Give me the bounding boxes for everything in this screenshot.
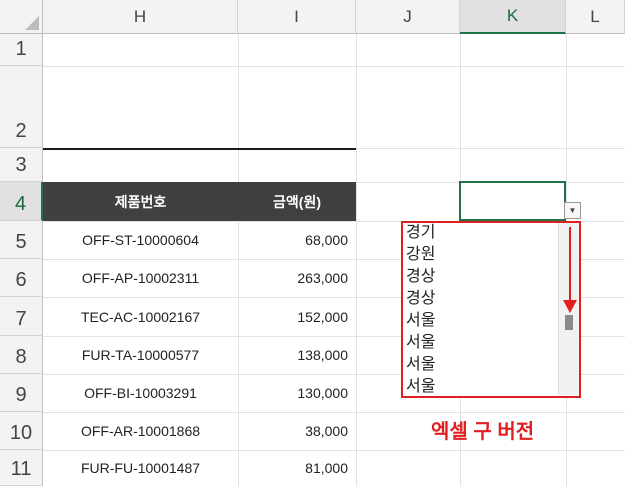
row-header-8[interactable]: 8 [0,336,43,374]
product-id-cell[interactable]: TEC-AC-10002167 [43,297,238,336]
select-all-corner[interactable] [0,0,43,34]
row-header-9[interactable]: 9 [0,374,43,412]
chevron-down-icon: ▼ [568,206,577,215]
column-header-l[interactable]: L [566,0,625,34]
annotation-label: 엑셀 구 버전 [431,421,535,443]
dropdown-option[interactable]: 경상 [406,288,556,310]
dropdown-option[interactable]: 서울 [406,310,556,332]
row-header-1[interactable]: 1 [0,34,43,66]
annotation-arrow-line [569,227,571,303]
row-header-7[interactable]: 7 [0,297,43,336]
spreadsheet-grid: H I J K L 1 2 3 4 5 6 7 8 9 10 11 제품번호 금… [0,0,625,486]
product-id-cell[interactable]: FUR-FU-10001487 [43,450,238,486]
row-header-4[interactable]: 4 [0,182,43,221]
arrow-down-icon [563,300,577,313]
amount-cell[interactable]: 81,000 [238,450,356,486]
column-header-i[interactable]: I [238,0,356,34]
dropdown-items: 경기 강원 경상 경상 서울 서울 서울 서울 [406,222,556,398]
product-id-cell[interactable]: FUR-TA-10000577 [43,336,238,374]
scrollbar-thumb[interactable] [565,315,573,330]
product-id-cell[interactable]: OFF-AR-10001868 [43,412,238,450]
amount-cell[interactable]: 130,000 [238,374,356,412]
dropdown-option[interactable]: 경기 [406,222,556,244]
product-id-cell[interactable]: OFF-ST-10000604 [43,221,238,259]
row-header-6[interactable]: 6 [0,259,43,297]
row-header-5[interactable]: 5 [0,221,43,259]
gridline [43,66,625,67]
amount-cell[interactable]: 38,000 [238,412,356,450]
column-header-j[interactable]: J [356,0,460,34]
product-id-cell[interactable]: OFF-BI-10003291 [43,374,238,412]
dropdown-option[interactable]: 강원 [406,244,556,266]
dropdown-option[interactable]: 서울 [406,332,556,354]
dropdown-option[interactable]: 서울 [406,354,556,376]
table-header-amount[interactable]: 금액(원) [238,182,356,221]
product-id-cell[interactable]: OFF-AP-10002311 [43,259,238,297]
dropdown-button[interactable]: ▼ [564,202,581,219]
dropdown-option[interactable]: 서울 [406,376,556,398]
dropdown-option[interactable]: 경상 [406,266,556,288]
selected-cell-k4[interactable] [459,181,566,221]
amount-cell[interactable]: 68,000 [238,221,356,259]
amount-cell[interactable]: 152,000 [238,297,356,336]
gridline [356,34,357,486]
title-underline [43,148,356,150]
amount-cell[interactable]: 138,000 [238,336,356,374]
row-header-10[interactable]: 10 [0,412,43,450]
row-header-3[interactable]: 3 [0,148,43,182]
column-header-k[interactable]: K [460,0,566,34]
table-header-product-id[interactable]: 제품번호 [43,182,238,221]
row-header-2[interactable]: 2 [0,66,43,148]
amount-cell[interactable]: 263,000 [238,259,356,297]
row-header-11[interactable]: 11 [0,450,43,486]
column-header-h[interactable]: H [43,0,238,34]
